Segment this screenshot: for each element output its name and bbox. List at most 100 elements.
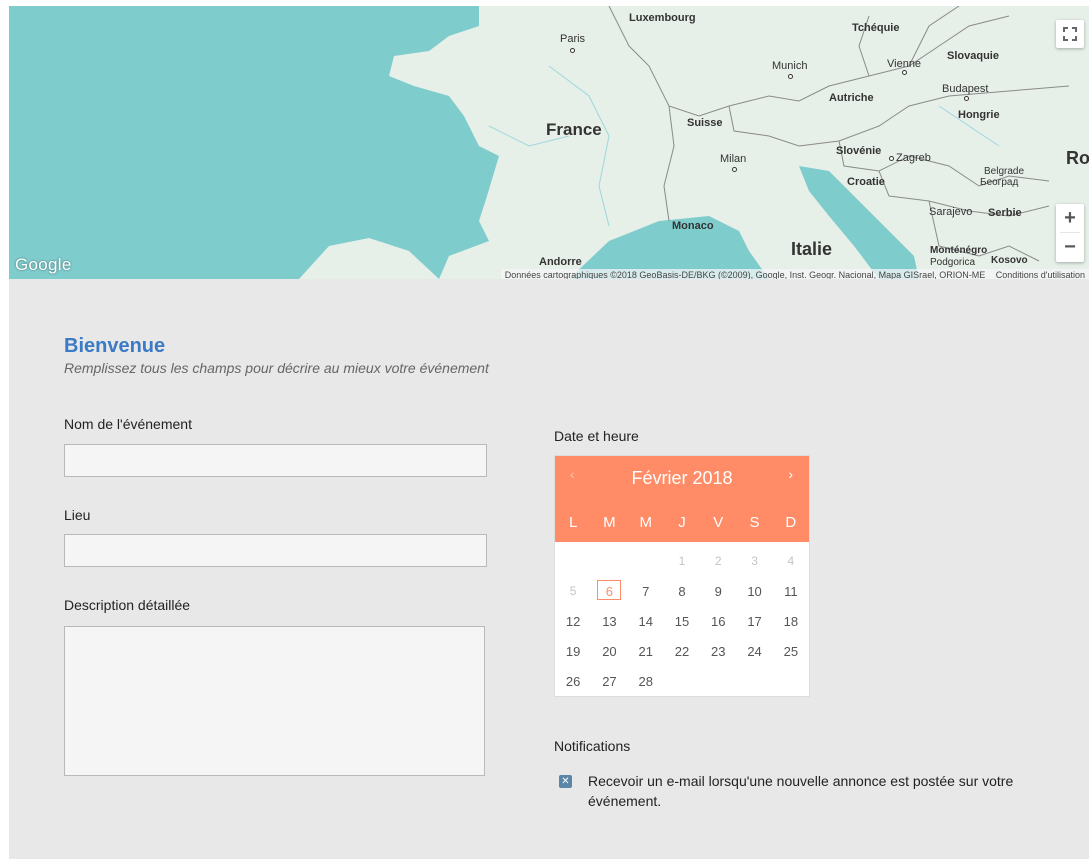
calendar-day[interactable]: 13	[591, 614, 627, 629]
zoom-out-button[interactable]: −	[1056, 233, 1084, 261]
map-label-podgorica: Podgorica	[930, 257, 976, 268]
place-input[interactable]	[64, 534, 487, 567]
calendar-day[interactable]: 8	[664, 584, 700, 599]
calendar-day[interactable]: 15	[664, 614, 700, 629]
notifications-title: Notifications	[554, 738, 631, 754]
map-terms-link[interactable]: Conditions d'utilisation	[996, 270, 1085, 279]
munich-dot-icon	[788, 74, 793, 79]
map-label-milan: Milan	[720, 153, 747, 165]
map-label-italie: Italie	[791, 239, 833, 259]
calendar-day[interactable]: 23	[700, 644, 736, 659]
map-label-tchequie: Tchéquie	[852, 22, 900, 34]
event-name-input[interactable]	[64, 444, 487, 477]
calendar-week-row: 1234	[555, 546, 809, 576]
calendar-day[interactable]: 21	[628, 644, 664, 659]
calendar-month-title: Février 2018	[631, 468, 733, 488]
map-label-serbie: Serbie	[988, 207, 1022, 219]
weekday-label: M	[603, 514, 616, 531]
calendar-day[interactable]: 25	[773, 644, 809, 659]
calendar-day[interactable]: 11	[773, 584, 809, 599]
google-logo: Google	[15, 255, 72, 274]
map[interactable]: Luxembourg Paris France Suisse Milan Mon…	[9, 6, 1089, 279]
map-label-monaco: Monaco	[672, 220, 714, 232]
calendar-day[interactable]: 2	[700, 554, 736, 568]
weekday-row: L M M J V S D	[555, 514, 809, 531]
calendar-day[interactable]: 22	[664, 644, 700, 659]
calendar-week-row: 12 13 14 15 16 17 18	[555, 606, 809, 636]
calendar-day[interactable]: 28	[628, 674, 664, 689]
welcome-title: Bienvenue	[64, 335, 166, 357]
map-label-slovenie: Slovénie	[836, 145, 882, 157]
calendar-day[interactable]: 5	[555, 584, 591, 598]
map-label-autriche: Autriche	[829, 92, 874, 104]
description-label: Description détaillée	[64, 597, 191, 613]
map-label-luxembourg: Luxembourg	[629, 12, 696, 24]
description-textarea[interactable]	[64, 626, 485, 776]
map-label-kosovo: Kosovo	[991, 255, 1028, 266]
budapest-dot-icon	[964, 96, 969, 101]
calendar-week-row: 26 27 28	[555, 666, 809, 696]
calendar-day[interactable]: 24	[736, 644, 772, 659]
calendar-day[interactable]: 12	[555, 614, 591, 629]
event-form: Bienvenue Remplissez tous les champs pou…	[9, 279, 1089, 859]
weekday-label: L	[568, 514, 578, 531]
calendar-day[interactable]: 19	[555, 644, 591, 659]
map-label-paris: Paris	[560, 33, 586, 45]
map-label-montenegro: Monténégro	[930, 245, 988, 256]
fullscreen-icon	[1063, 27, 1077, 41]
milan-dot-icon	[732, 167, 737, 172]
weekday-label: M	[639, 514, 652, 531]
calendar-day[interactable]: 18	[773, 614, 809, 629]
map-label-suisse: Suisse	[687, 117, 723, 129]
calendar-day[interactable]: 10	[736, 584, 772, 599]
place-label: Lieu	[64, 507, 91, 523]
email-notification-checkbox[interactable]: ✕	[559, 775, 572, 788]
calendar-day[interactable]: 9	[700, 584, 736, 599]
calendar-day[interactable]: 17	[736, 614, 772, 629]
calendar-day[interactable]: 7	[628, 584, 664, 599]
calendar-header: ‹ Février 2018 › L M M J V S D	[555, 456, 809, 542]
zoom-in-button[interactable]: +	[1056, 204, 1084, 232]
weekday-label: S	[749, 514, 760, 531]
welcome-subtitle: Remplissez tous les champs pour décrire …	[64, 360, 489, 376]
calendar-day-today[interactable]: 6	[591, 579, 627, 600]
map-label-vienne: Vienne	[887, 58, 922, 70]
event-name-label: Nom de l'événement	[64, 416, 192, 432]
calendar-week-row: 19 20 21 22 23 24 25	[555, 636, 809, 666]
calendar-grid: 1 2 3 4 5 6 7 8 9 10 11 12 13 14 15 16 17 18 19 20 21 22 23 24 2…	[555, 542, 809, 696]
zoom-control: + −	[1056, 204, 1084, 262]
calendar-day[interactable]: 14	[628, 614, 664, 629]
calendar-day[interactable]: 16	[700, 614, 736, 629]
calendar-day[interactable]: 1	[664, 554, 700, 568]
fullscreen-button[interactable]	[1056, 20, 1084, 48]
calendar-day[interactable]: 3	[736, 554, 772, 568]
next-month-button[interactable]: ›	[788, 466, 793, 482]
weekday-label: D	[785, 514, 797, 531]
map-label-france: France	[546, 120, 602, 139]
calendar-week-row: 5 6 7 8 9 10 11	[555, 576, 809, 606]
map-label-belgrade: Belgrade	[984, 166, 1025, 177]
map-label-andorre: Andorre	[539, 256, 582, 268]
paris-dot-icon	[570, 48, 575, 53]
map-terrain	[9, 6, 1089, 279]
map-label-croatie: Croatie	[847, 176, 885, 188]
calendar-day[interactable]: 20	[591, 644, 627, 659]
calendar-day[interactable]: 27	[591, 674, 627, 689]
map-label-slovaquie: Slovaquie	[947, 50, 999, 62]
weekday-label: V	[713, 514, 724, 531]
map-label-hongrie: Hongrie	[958, 109, 1000, 121]
map-label-budapest: Budapest	[942, 83, 989, 95]
calendar-day[interactable]: 4	[773, 554, 809, 568]
map-label-munich: Munich	[772, 60, 808, 72]
vienne-dot-icon	[902, 70, 907, 75]
weekday-label: J	[678, 514, 686, 531]
email-notification-label[interactable]: Recevoir un e-mail lorsqu'une nouvelle a…	[588, 771, 1028, 811]
map-label-beograd: Београд	[980, 177, 1019, 188]
map-attribution-text: Données cartographiques ©2018 GeoBasis-D…	[504, 270, 986, 279]
map-attribution: Données cartographiques ©2018 GeoBasis-D…	[500, 269, 1089, 279]
map-label-sarajevo: Sarajevo	[929, 206, 973, 218]
zagreb-dot-icon	[889, 156, 894, 161]
date-picker: ‹ Février 2018 › L M M J V S D 123456789…	[554, 455, 810, 697]
map-label-ro: Ro	[1066, 148, 1089, 168]
calendar-day[interactable]: 26	[555, 674, 591, 689]
